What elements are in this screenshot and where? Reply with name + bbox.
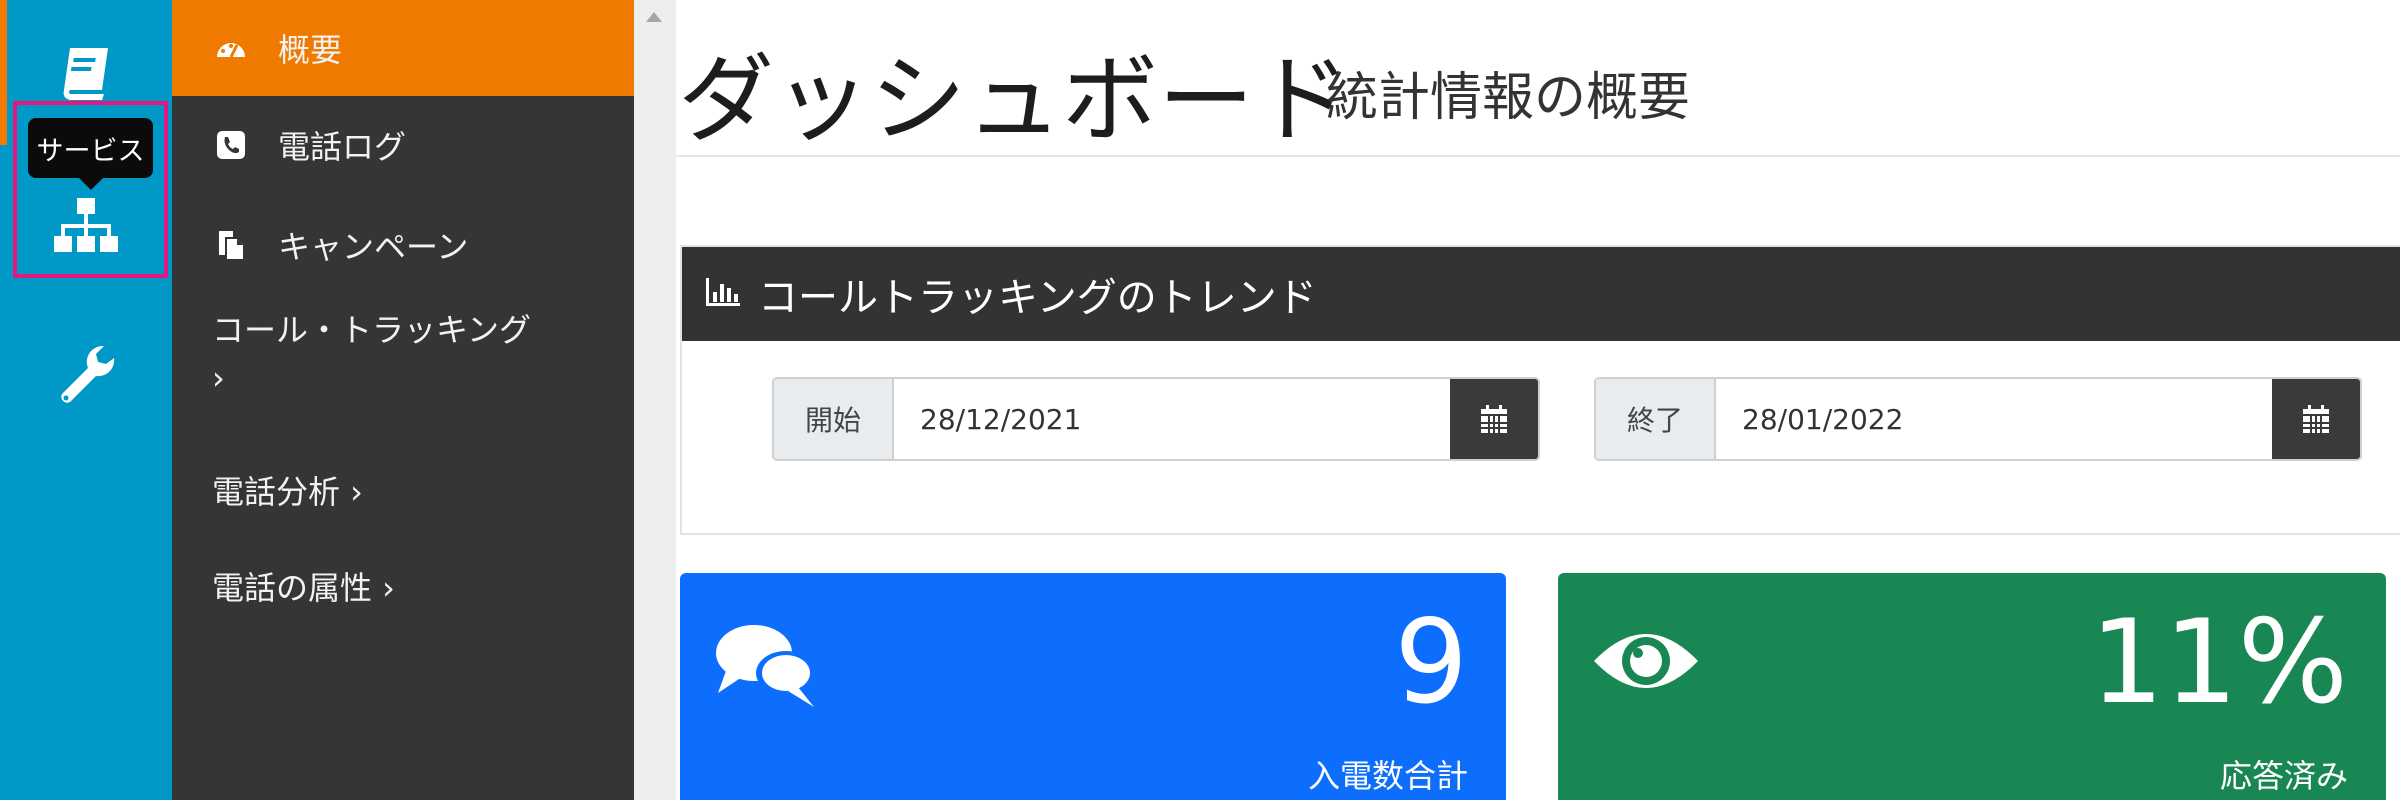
rail-tools-button[interactable] [0,342,172,412]
menu-item-call-analysis[interactable]: 電話分析 › [172,462,634,518]
eye-icon [1590,621,1702,705]
chevron-right-icon: › [212,359,225,397]
answered-card[interactable]: 11% 応答済み [1558,573,2386,800]
start-date-group: 開始 [772,377,1540,461]
call-tracking-trend-panel: コールトラッキングのトレンド 開始 終了 [680,245,2400,535]
start-date-label: 開始 [774,379,894,459]
menu-item-overview[interactable]: 概要 [172,0,634,96]
menu-item-campaigns-label: キャンペーン [278,228,469,266]
menu-item-call-attributes[interactable]: 電話の属性 › [172,558,634,614]
menu-item-call-tracking[interactable]: コール・トラッキング › [172,306,634,426]
icon-rail: サービス [0,0,172,800]
page-subtitle: 統計情報の概要 [1326,68,1691,128]
menu-item-call-tracking-label: コール・トラッキング [212,311,532,349]
menu-item-call-log-label: 電話ログ [278,128,407,166]
start-date-calendar-button[interactable] [1450,379,1538,459]
side-menu: 概要 電話ログ キャンペーン コール・トラッキング › 電話分析 › 電話の属性… [172,0,634,800]
end-date-label: 終了 [1596,379,1716,459]
menu-item-call-log[interactable]: 電話ログ [172,100,634,190]
comments-icon [712,621,824,717]
end-date-group: 終了 [1594,377,2362,461]
phone-square-icon [214,128,248,162]
menu-item-call-analysis-label: 電話分析 › [212,473,363,511]
dashboard-icon [214,31,248,65]
end-date-input[interactable] [1716,379,2272,459]
menu-item-call-attributes-label: 電話の属性 › [212,569,395,607]
menu-item-campaigns[interactable]: キャンペーン [172,200,634,290]
total-calls-value: 9 [1394,595,1468,730]
app: サービス 概要 電話ログ キャンペーン コール・トラッキング › 電話分析 › … [0,0,2400,800]
total-calls-card[interactable]: 9 入電数合計 [680,573,1506,800]
answered-value: 11% [2090,595,2348,730]
rail-book-button[interactable] [0,42,172,104]
scroll-up-icon[interactable] [646,12,662,22]
start-date-input[interactable] [894,379,1450,459]
page-title: ダッシュボード [678,44,1350,156]
header-divider [676,155,2400,157]
calendar-icon [1481,405,1507,433]
panel-header: コールトラッキングのトレンド [682,247,2400,341]
total-calls-label: 入電数合計 [1307,757,1468,795]
book-icon [63,48,108,100]
menu-item-overview-label: 概要 [278,31,343,69]
bar-chart-icon [704,276,742,312]
calendar-icon [2303,405,2329,433]
scrollbar[interactable] [634,0,676,800]
end-date-calendar-button[interactable] [2272,379,2360,459]
services-tooltip: サービス [28,118,153,190]
answered-label: 応答済み [2219,757,2348,795]
copy-icon [214,228,248,262]
panel-title: コールトラッキングのトレンド [758,275,1317,321]
wrench-icon [61,345,115,403]
